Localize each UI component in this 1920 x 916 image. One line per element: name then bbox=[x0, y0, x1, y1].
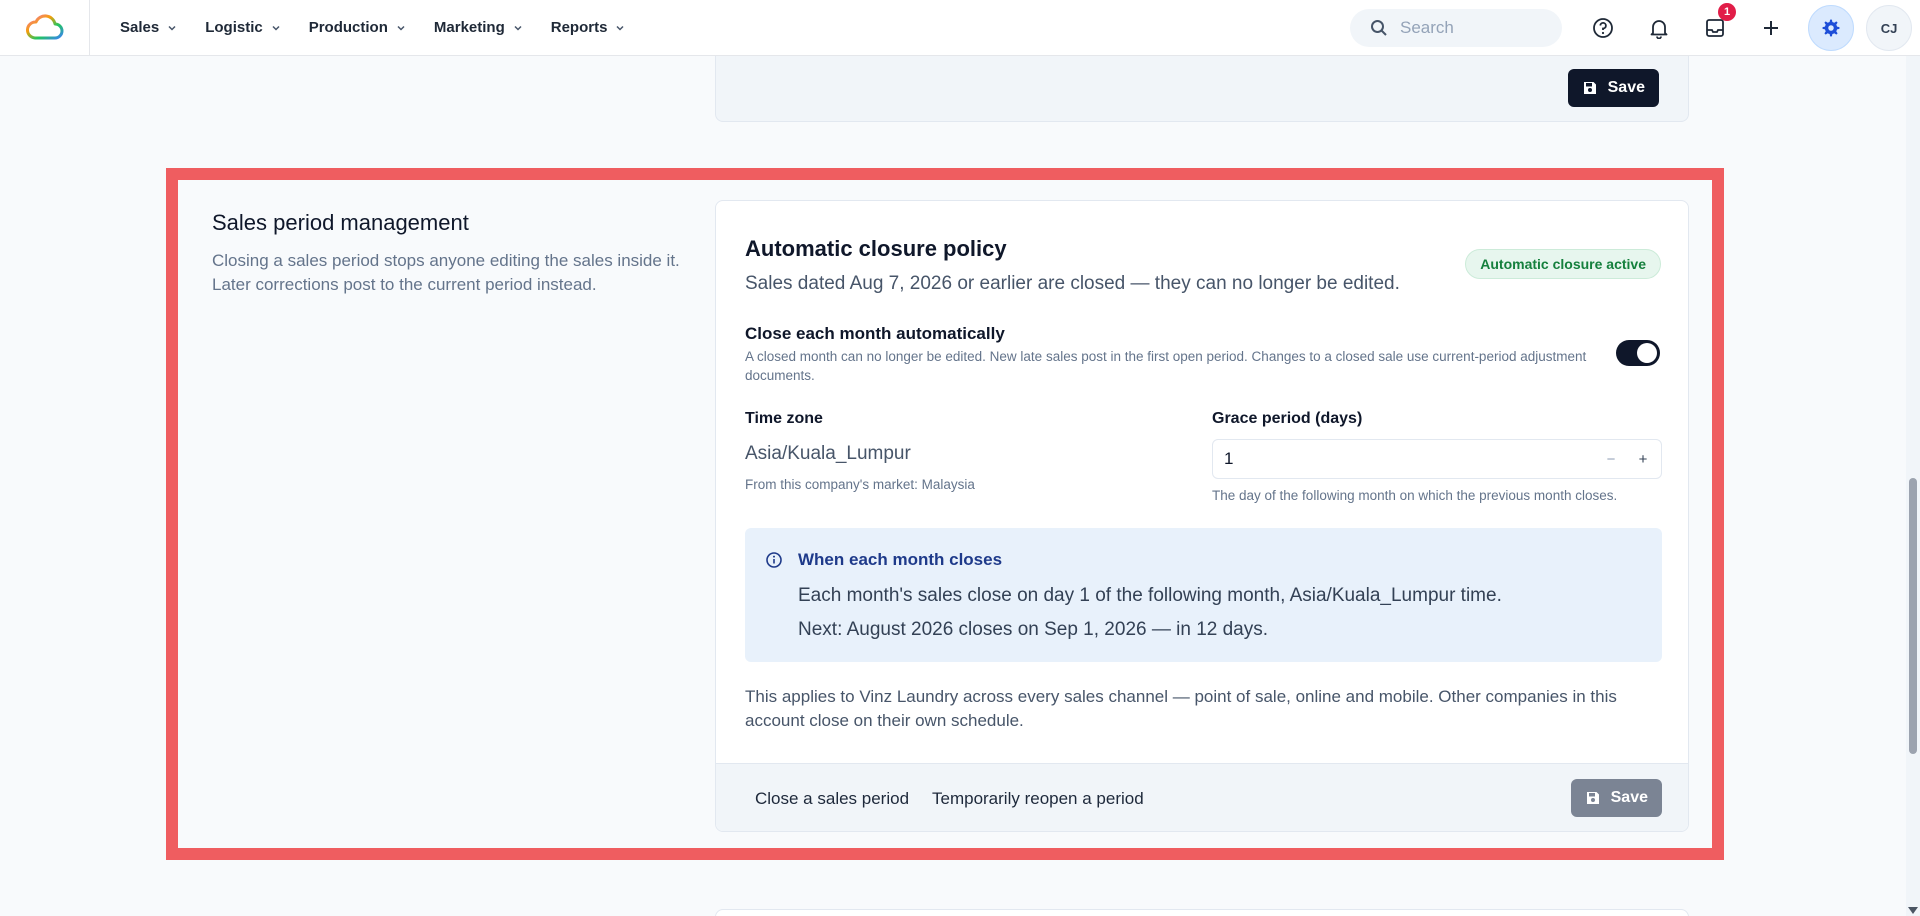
menu-production[interactable]: Production bbox=[309, 19, 406, 36]
reopen-period-button[interactable]: Temporarily reopen a period bbox=[932, 789, 1144, 809]
card-footer: Close a sales period Temporarily reopen … bbox=[716, 763, 1688, 831]
inbox-button[interactable]: 1 bbox=[1696, 3, 1736, 47]
nav-actions: 1 CJ bbox=[1350, 0, 1920, 56]
help-icon bbox=[1593, 18, 1613, 38]
chevron-down-icon bbox=[514, 25, 522, 31]
info-line-1: Each month's sales close on day 1 of the… bbox=[798, 585, 1502, 606]
avatar[interactable]: CJ bbox=[1866, 5, 1912, 51]
chevron-down-icon bbox=[397, 25, 405, 31]
save-button-label: Save bbox=[1607, 79, 1645, 96]
timezone-hint: From this company's market: Malaysia bbox=[745, 477, 975, 492]
logo[interactable] bbox=[0, 0, 90, 56]
top-nav: Sales Logistic Production Marketing Repo… bbox=[0, 0, 1920, 56]
automatic-closure-card: Automatic closure policy Automatic closu… bbox=[715, 200, 1689, 832]
info-line-2: Next: August 2026 closes on Sep 1, 2026 … bbox=[798, 619, 1269, 640]
floppy-disk-icon bbox=[1586, 792, 1599, 804]
help-button[interactable] bbox=[1584, 9, 1622, 47]
main-menu: Sales Logistic Production Marketing Repo… bbox=[120, 19, 653, 36]
next-card-edge bbox=[715, 909, 1689, 916]
toggle-label: Close each month automatically bbox=[745, 324, 1005, 343]
save-button[interactable]: Save bbox=[1567, 69, 1659, 107]
info-callout: When each month closes Each month's sale… bbox=[745, 528, 1662, 662]
create-button[interactable] bbox=[1752, 9, 1790, 47]
previous-card-footer: Save bbox=[715, 56, 1689, 122]
menu-reports-label: Reports bbox=[550, 19, 608, 36]
status-badge: Automatic closure active bbox=[1465, 249, 1661, 279]
auto-close-toggle[interactable] bbox=[1616, 340, 1660, 366]
chevron-down-icon bbox=[168, 25, 176, 31]
save-button-label: Save bbox=[1610, 789, 1648, 806]
info-title: When each month closes bbox=[798, 550, 1003, 569]
chevron-down-icon bbox=[272, 25, 280, 31]
inbox-badge: 1 bbox=[1718, 3, 1736, 21]
menu-marketing[interactable]: Marketing bbox=[434, 19, 523, 36]
scrollbar-thumb[interactable] bbox=[1909, 478, 1917, 754]
timezone-label: Time zone bbox=[745, 410, 823, 427]
menu-logistic[interactable]: Logistic bbox=[205, 19, 281, 36]
menu-production-label: Production bbox=[308, 19, 388, 36]
decrement-button[interactable]: − bbox=[1595, 440, 1627, 478]
chevron-down-icon bbox=[616, 25, 624, 31]
policy-title: Automatic closure policy bbox=[745, 236, 1007, 261]
menu-marketing-label: Marketing bbox=[433, 19, 505, 36]
settings-button[interactable] bbox=[1808, 5, 1854, 51]
search-input[interactable] bbox=[1400, 18, 1550, 38]
save-button-disabled[interactable]: Save bbox=[1570, 779, 1662, 817]
policy-subtitle: Sales dated Aug 7, 2026 or earlier are c… bbox=[745, 273, 1400, 294]
close-period-button[interactable]: Close a sales period bbox=[755, 789, 909, 809]
timezone-value: Asia/Kuala_Lumpur bbox=[745, 443, 911, 464]
gear-icon bbox=[1822, 19, 1840, 37]
increment-button[interactable]: + bbox=[1627, 440, 1659, 478]
page-scrollbar[interactable] bbox=[1906, 56, 1920, 916]
notifications-button[interactable] bbox=[1640, 9, 1678, 47]
grace-period-hint: The day of the following month on which … bbox=[1212, 488, 1618, 503]
bell-icon bbox=[1650, 20, 1668, 39]
section-title: Sales period management bbox=[212, 210, 469, 235]
scroll-down-arrow-icon[interactable] bbox=[1908, 907, 1918, 914]
menu-sales-label: Sales bbox=[120, 19, 160, 36]
grace-period-stepper: − + bbox=[1212, 439, 1662, 479]
toggle-description: A closed month can no longer be edited. … bbox=[745, 349, 1587, 383]
cloud-logo-icon bbox=[25, 13, 63, 39]
floppy-disk-icon bbox=[1583, 82, 1596, 94]
scope-description: This applies to Vinz Laundry across ever… bbox=[745, 687, 1617, 730]
search-box[interactable] bbox=[1350, 9, 1562, 47]
grace-period-label: Grace period (days) bbox=[1212, 410, 1363, 427]
search-icon bbox=[1371, 20, 1387, 36]
info-icon bbox=[766, 552, 782, 568]
menu-reports[interactable]: Reports bbox=[551, 19, 626, 36]
grace-period-input[interactable] bbox=[1213, 449, 1595, 469]
plus-icon bbox=[1764, 21, 1778, 35]
section-description: Closing a sales period stops anyone edit… bbox=[212, 251, 680, 294]
menu-logistic-label: Logistic bbox=[205, 19, 263, 36]
menu-sales[interactable]: Sales bbox=[120, 19, 177, 36]
toggle-knob bbox=[1637, 343, 1657, 363]
